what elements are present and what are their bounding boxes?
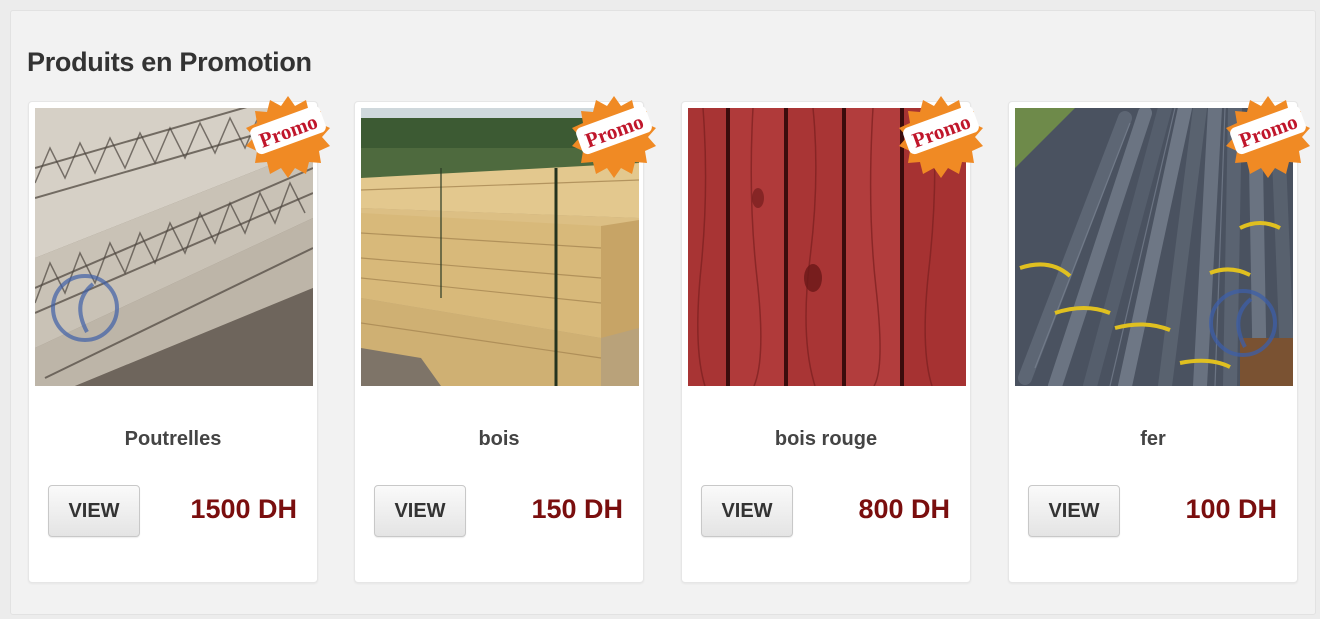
product-image-poutrelles[interactable] [35, 108, 313, 386]
product-card[interactable]: Promo Poutrelles VIEW 1500 DH [28, 96, 330, 583]
promotion-panel: Produits en Promotion Promo Poutrelles V… [10, 10, 1316, 615]
product-name: bois rouge [774, 428, 878, 450]
product-price: 150 DH [531, 494, 623, 524]
product-name: bois [478, 428, 520, 450]
product-image-fer[interactable] [1015, 108, 1293, 386]
product-price: 800 DH [858, 494, 950, 524]
product-card[interactable]: Promo fer VIEW 100 DH [1008, 96, 1310, 583]
product-price: 1500 DH [190, 494, 297, 524]
product-name: fer [1140, 428, 1166, 450]
product-card[interactable]: Promo bois VIEW 150 DH [354, 96, 656, 583]
product-name: Poutrelles [124, 428, 222, 450]
product-card[interactable]: Promo bois rouge VIEW 800 DH [681, 96, 983, 583]
view-button[interactable]: VIEW [701, 485, 793, 537]
section-title: Produits en Promotion [27, 47, 312, 77]
product-image-bois[interactable] [361, 108, 639, 386]
view-button[interactable]: VIEW [48, 485, 140, 537]
view-button[interactable]: VIEW [1028, 485, 1120, 537]
product-image-bois-rouge[interactable] [688, 108, 966, 386]
product-price: 100 DH [1185, 494, 1277, 524]
view-button[interactable]: VIEW [374, 485, 466, 537]
